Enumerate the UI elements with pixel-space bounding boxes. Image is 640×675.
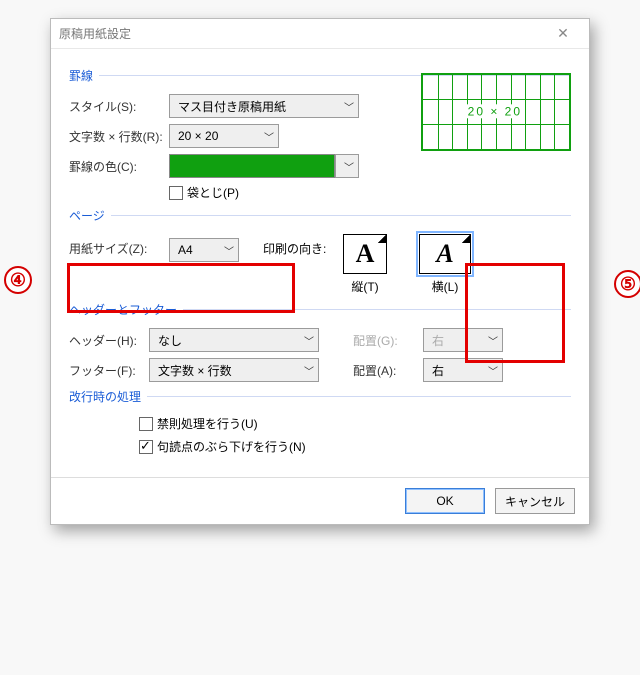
orientation-portrait[interactable]: A 縦(T): [343, 234, 387, 295]
kinsoku-label: 禁則処理を行う(U): [157, 415, 258, 432]
color-swatch[interactable]: [169, 154, 335, 178]
fold-label: 袋とじ(P): [187, 184, 239, 201]
orientation-label: 印刷の向き:: [263, 240, 337, 257]
color-label: 罫線の色(C):: [69, 158, 169, 175]
style-label: スタイル(S):: [69, 98, 169, 115]
grid-select[interactable]: 20 × 20 ﹀: [169, 124, 279, 148]
orientation-landscape-label: 横(L): [432, 278, 459, 295]
chevron-down-icon: ﹀: [224, 243, 234, 258]
hanging-label: 句読点のぶら下げを行う(N): [157, 438, 306, 455]
kinsoku-checkbox[interactable]: [139, 417, 153, 431]
divider: [183, 309, 571, 310]
grid-value: 20 × 20: [178, 129, 218, 143]
section-hf-label: ヘッダーとフッター: [69, 301, 177, 318]
section-linebreak-label: 改行時の処理: [69, 388, 141, 405]
close-icon[interactable]: ✕: [545, 25, 581, 42]
orientation-portrait-label: 縦(T): [351, 278, 378, 295]
page-fold-icon: [462, 235, 470, 243]
chevron-down-icon: ﹀: [344, 159, 354, 174]
button-bar: OK キャンセル: [51, 477, 589, 524]
chevron-down-icon: ﹀: [344, 99, 354, 114]
chevron-down-icon: ﹀: [304, 363, 314, 378]
color-dropdown[interactable]: ﹀: [335, 154, 359, 178]
section-page: ページ: [69, 207, 571, 224]
fold-checkbox[interactable]: [169, 186, 183, 200]
orientation-landscape[interactable]: A 横(L): [419, 234, 471, 295]
footer-align-select[interactable]: 右 ﹀: [423, 358, 503, 382]
dialog-title: 原稿用紙設定: [59, 25, 131, 42]
grid-label: 文字数 × 行数(R):: [69, 128, 169, 145]
header-align-select: 右 ﹀: [423, 328, 503, 352]
section-page-label: ページ: [69, 207, 105, 224]
ok-button[interactable]: OK: [405, 488, 485, 514]
paper-size-label: 用紙サイズ(Z):: [69, 240, 169, 257]
header-select[interactable]: なし ﹀: [149, 328, 319, 352]
cancel-button[interactable]: キャンセル: [495, 488, 575, 514]
section-linebreak: 改行時の処理: [69, 388, 571, 405]
footer-label: フッター(F):: [69, 362, 149, 379]
header-align-value: 右: [432, 332, 444, 349]
grid-preview: 20 × 20: [421, 73, 571, 151]
grid-preview-text: 20 × 20: [466, 104, 524, 118]
chevron-down-icon: ﹀: [488, 333, 498, 348]
footer-align-label: 配置(A):: [353, 362, 423, 379]
style-select[interactable]: マス目付き原稿用紙 ﹀: [169, 94, 359, 118]
section-ruled-label: 罫線: [69, 67, 93, 84]
divider: [111, 215, 571, 216]
footer-select[interactable]: 文字数 × 行数 ﹀: [149, 358, 319, 382]
chevron-down-icon: ﹀: [304, 333, 314, 348]
paper-size-value: A4: [178, 243, 193, 257]
hanging-checkbox[interactable]: [139, 440, 153, 454]
dialog-genkou-settings: 原稿用紙設定 ✕ 罫線 20 × 20 スタイル(S): マス目付き原稿用紙 ﹀: [50, 18, 590, 525]
paper-size-select[interactable]: A4 ﹀: [169, 238, 239, 262]
page-fold-icon: [378, 235, 386, 243]
divider: [147, 396, 571, 397]
callout-5: ⑤: [614, 270, 640, 298]
section-hf: ヘッダーとフッター: [69, 301, 571, 318]
footer-value: 文字数 × 行数: [158, 362, 232, 379]
chevron-down-icon: ﹀: [488, 363, 498, 378]
header-align-label: 配置(G):: [353, 332, 423, 349]
style-value: マス目付き原稿用紙: [178, 98, 286, 115]
header-value: なし: [158, 332, 182, 349]
footer-align-value: 右: [432, 362, 444, 379]
title-bar: 原稿用紙設定 ✕: [51, 19, 589, 49]
header-label: ヘッダー(H):: [69, 332, 149, 349]
chevron-down-icon: ﹀: [264, 129, 274, 144]
callout-4: ④: [4, 266, 32, 294]
